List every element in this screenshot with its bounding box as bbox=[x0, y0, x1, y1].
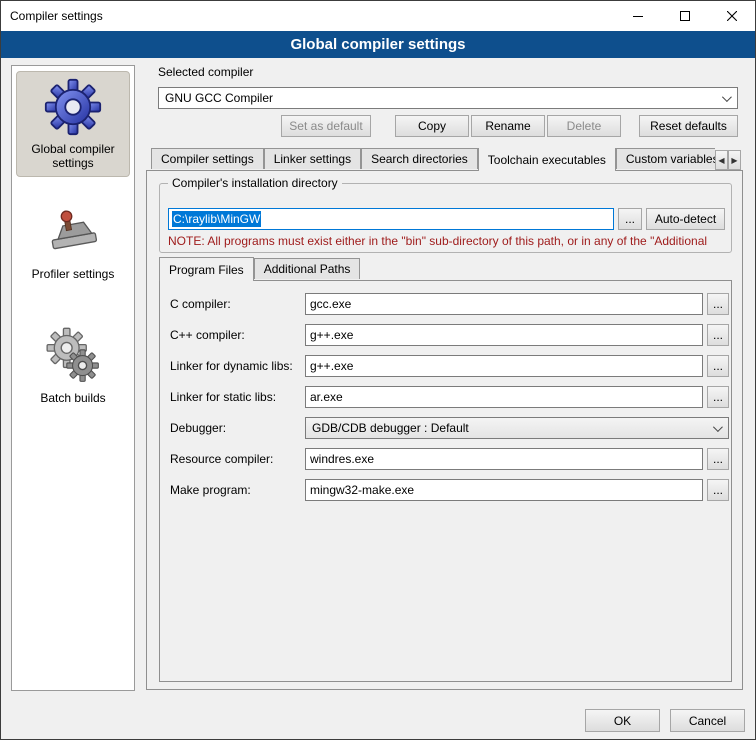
dialog-header-text: Global compiler settings bbox=[290, 36, 465, 53]
delete-button[interactable]: Delete bbox=[547, 115, 621, 137]
field-label: Make program: bbox=[170, 479, 251, 501]
field-label: Linker for dynamic libs: bbox=[170, 355, 293, 377]
field-row-debugger: Debugger: GDB/CDB debugger : Default bbox=[160, 417, 731, 439]
install-dir-selected-text: C:\raylib\MinGW bbox=[172, 211, 261, 227]
debugger-select[interactable]: GDB/CDB debugger : Default bbox=[305, 417, 729, 439]
sidebar-item-profiler[interactable]: Profiler settings bbox=[16, 199, 130, 287]
field-label: Debugger: bbox=[170, 417, 226, 439]
selected-compiler-label: Selected compiler bbox=[158, 65, 253, 79]
sidebar-item-batch-builds[interactable]: Batch builds bbox=[16, 321, 130, 411]
field-label: C++ compiler: bbox=[170, 324, 245, 346]
settings-tabstrip: Compiler settings Linker settings Search… bbox=[151, 148, 715, 171]
field-label: Linker for static libs: bbox=[170, 386, 276, 408]
install-dir-browse-button[interactable]: ... bbox=[618, 208, 642, 230]
tab-program-files[interactable]: Program Files bbox=[159, 257, 254, 281]
close-button[interactable] bbox=[708, 1, 755, 31]
c-compiler-input[interactable] bbox=[305, 293, 703, 315]
tab-scroll-left-button[interactable]: ◀ bbox=[715, 150, 728, 170]
set-as-default-button[interactable]: Set as default bbox=[281, 115, 371, 137]
resource-compiler-browse-button[interactable]: ... bbox=[707, 448, 729, 470]
dynamic-linker-browse-button[interactable]: ... bbox=[707, 355, 729, 377]
minimize-icon bbox=[633, 11, 643, 21]
make-program-input[interactable] bbox=[305, 479, 703, 501]
maximize-icon bbox=[680, 11, 690, 21]
auto-detect-button[interactable]: Auto-detect bbox=[646, 208, 725, 230]
tab-linker-settings[interactable]: Linker settings bbox=[264, 148, 361, 169]
tab-custom-variables[interactable]: Custom variables bbox=[616, 148, 715, 169]
install-dir-groupbox: Compiler's installation directory C:\ray… bbox=[159, 183, 732, 253]
close-icon bbox=[727, 11, 737, 21]
cpp-compiler-input[interactable] bbox=[305, 324, 703, 346]
batch-builds-icon bbox=[44, 327, 102, 385]
c-compiler-browse-button[interactable]: ... bbox=[707, 293, 729, 315]
tab-scroll-arrows: ◀ ▶ bbox=[715, 150, 741, 170]
window-controls bbox=[614, 1, 755, 31]
program-files-tabstrip: Program Files Additional Paths bbox=[159, 258, 360, 281]
maximize-button[interactable] bbox=[661, 1, 708, 31]
gear-icon bbox=[44, 78, 102, 136]
compiler-select-value: GNU GCC Compiler bbox=[165, 91, 273, 105]
cancel-button[interactable]: Cancel bbox=[670, 709, 745, 732]
program-files-panel: C compiler: ... C++ compiler: ... Linker… bbox=[159, 280, 732, 682]
cpp-compiler-browse-button[interactable]: ... bbox=[707, 324, 729, 346]
copy-button[interactable]: Copy bbox=[395, 115, 469, 137]
make-program-browse-button[interactable]: ... bbox=[707, 479, 729, 501]
dialog-header: Global compiler settings bbox=[1, 31, 755, 58]
dynamic-linker-input[interactable] bbox=[305, 355, 703, 377]
field-row-make-program: Make program: ... bbox=[160, 479, 731, 501]
sidebar-item-label: Batch builds bbox=[40, 391, 105, 405]
rename-button[interactable]: Rename bbox=[471, 115, 545, 137]
sidebar-item-label: Global compiler settings bbox=[19, 142, 127, 170]
toolchain-panel: Compiler's installation directory C:\ray… bbox=[146, 170, 743, 690]
profiler-icon bbox=[45, 205, 101, 261]
install-dir-note: NOTE: All programs must exist either in … bbox=[168, 234, 728, 248]
field-row-cpp-compiler: C++ compiler: ... bbox=[160, 324, 731, 346]
install-dir-group-title: Compiler's installation directory bbox=[168, 176, 342, 190]
tab-compiler-settings[interactable]: Compiler settings bbox=[151, 148, 264, 169]
tab-scroll-right-button[interactable]: ▶ bbox=[728, 150, 741, 170]
sidebar-item-global-compiler[interactable]: Global compiler settings bbox=[16, 71, 130, 177]
compiler-settings-dialog: Compiler settings Global compiler settin… bbox=[0, 0, 756, 740]
minimize-button[interactable] bbox=[614, 1, 661, 31]
static-linker-browse-button[interactable]: ... bbox=[707, 386, 729, 408]
reset-defaults-button[interactable]: Reset defaults bbox=[639, 115, 738, 137]
static-linker-input[interactable] bbox=[305, 386, 703, 408]
window-title: Compiler settings bbox=[1, 9, 103, 23]
field-row-c-compiler: C compiler: ... bbox=[160, 293, 731, 315]
tab-search-directories[interactable]: Search directories bbox=[361, 148, 478, 169]
ok-button[interactable]: OK bbox=[585, 709, 660, 732]
field-row-resource-compiler: Resource compiler: ... bbox=[160, 448, 731, 470]
debugger-select-value: GDB/CDB debugger : Default bbox=[312, 421, 469, 435]
tab-additional-paths[interactable]: Additional Paths bbox=[254, 258, 361, 279]
main-content: Selected compiler GNU GCC Compiler Set a… bbox=[146, 58, 743, 692]
sidebar-item-label: Profiler settings bbox=[32, 267, 115, 281]
install-dir-input[interactable]: C:\raylib\MinGW bbox=[168, 208, 614, 230]
resource-compiler-input[interactable] bbox=[305, 448, 703, 470]
tab-toolchain-executables[interactable]: Toolchain executables bbox=[478, 148, 616, 171]
chevron-down-icon bbox=[713, 422, 723, 432]
chevron-down-icon bbox=[722, 92, 732, 102]
field-label: C compiler: bbox=[170, 293, 231, 315]
compiler-select[interactable]: GNU GCC Compiler bbox=[158, 87, 738, 109]
titlebar[interactable]: Compiler settings bbox=[1, 1, 755, 31]
field-row-static-linker: Linker for static libs: ... bbox=[160, 386, 731, 408]
field-row-dynamic-linker: Linker for dynamic libs: ... bbox=[160, 355, 731, 377]
field-label: Resource compiler: bbox=[170, 448, 273, 470]
settings-sidebar: Global compiler settings Profiler settin… bbox=[11, 65, 135, 691]
